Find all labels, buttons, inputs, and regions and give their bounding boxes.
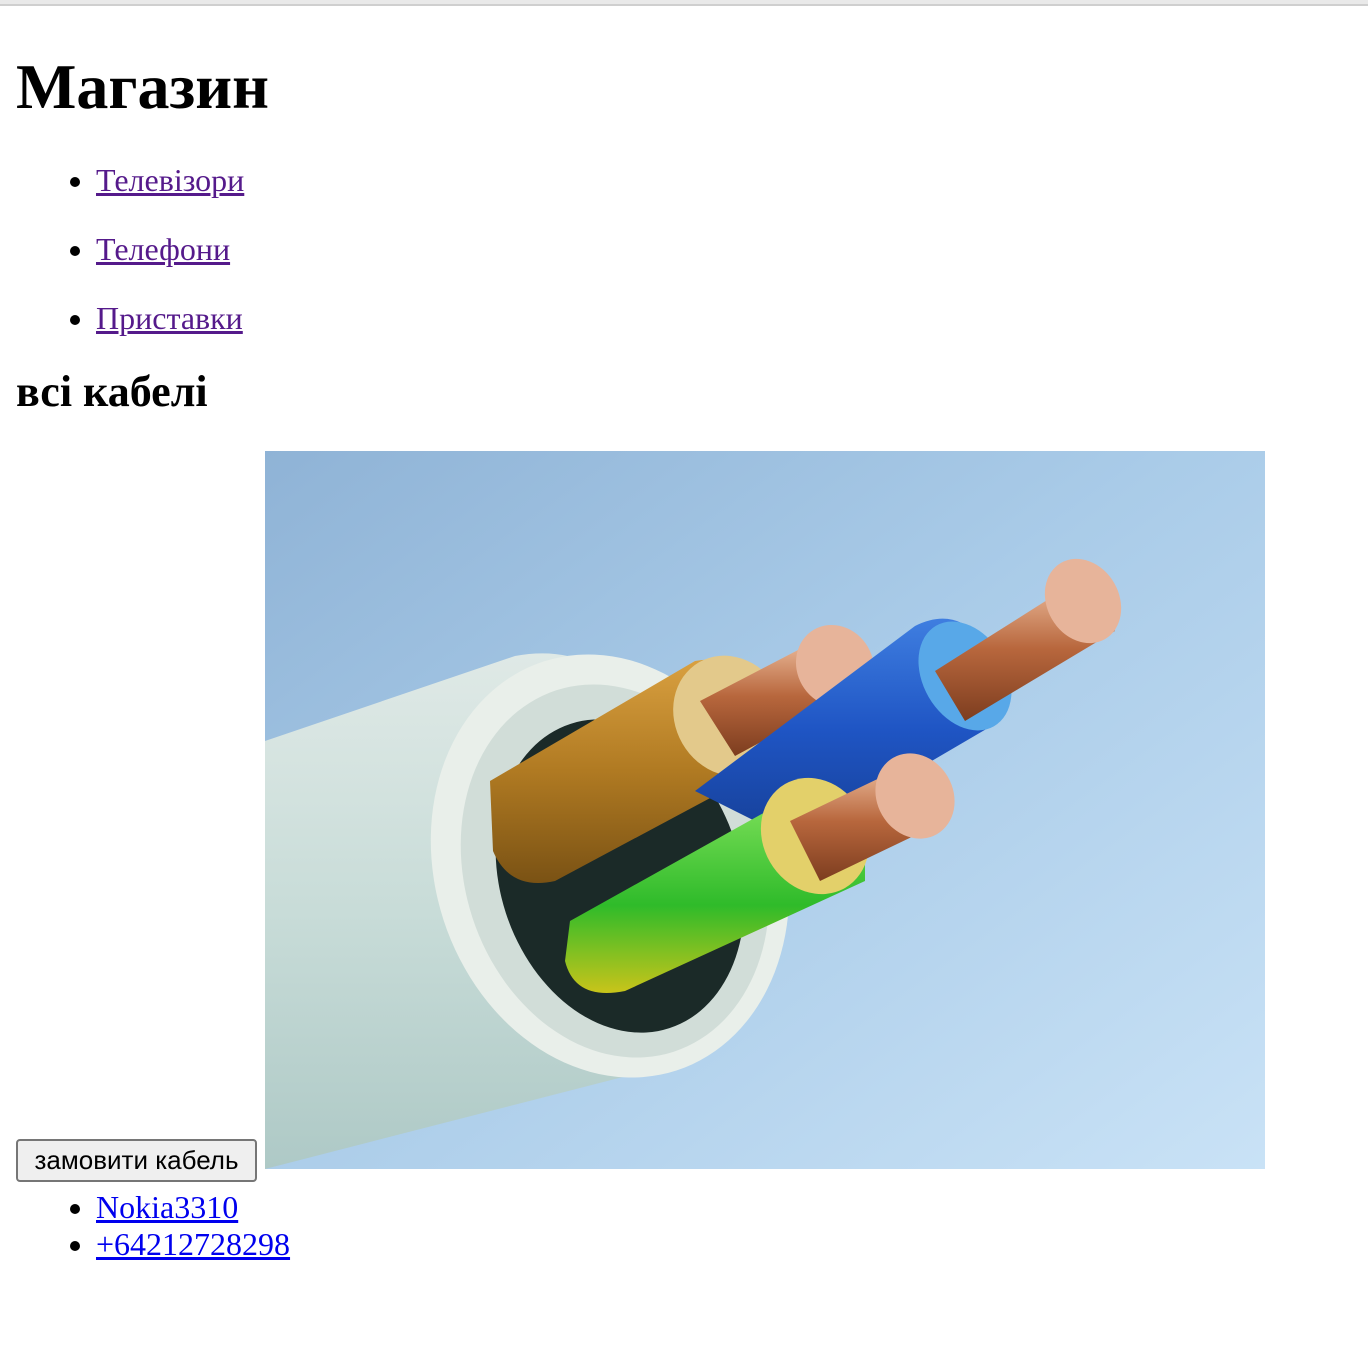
contact-link-phone[interactable]: +64212728298	[96, 1226, 290, 1262]
nav-item-consoles: Приставки	[96, 300, 1356, 337]
product-block: замовити кабель	[16, 451, 1356, 1189]
section-title: всі кабелі	[16, 367, 208, 416]
page-content: Магазин Телевізори Телефони Приставки вс…	[16, 6, 1356, 1263]
page-title: Магазин	[16, 51, 269, 122]
cable-image	[265, 451, 1265, 1169]
category-nav: Телевізори Телефони Приставки	[16, 162, 1356, 337]
nav-link-tvs[interactable]: Телевізори	[96, 162, 244, 198]
contact-item: Nokia3310	[96, 1189, 1356, 1226]
contact-item: +64212728298	[96, 1226, 1356, 1263]
nav-item-tvs: Телевізори	[96, 162, 1356, 199]
nav-link-phones[interactable]: Телефони	[96, 231, 230, 267]
nav-item-phones: Телефони	[96, 231, 1356, 268]
nav-link-consoles[interactable]: Приставки	[96, 300, 243, 336]
order-cable-button[interactable]: замовити кабель	[16, 1139, 257, 1182]
contacts-list: Nokia3310 +64212728298	[16, 1189, 1356, 1263]
contact-link-nokia[interactable]: Nokia3310	[96, 1189, 238, 1225]
